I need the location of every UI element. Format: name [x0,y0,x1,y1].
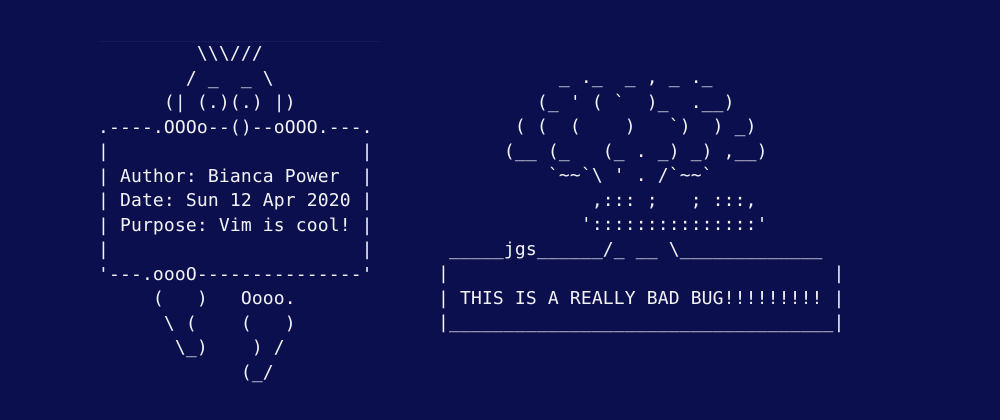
ascii-art-bug-banner: _ ._ _ , _ ._ (_ ' ( ` )_ .__) ( ( ( ) `… [438,67,845,333]
ascii-art-comment-box: \\\/// / _ _ \ (| (.)(.) |) .----.OOOo--… [98,43,373,383]
